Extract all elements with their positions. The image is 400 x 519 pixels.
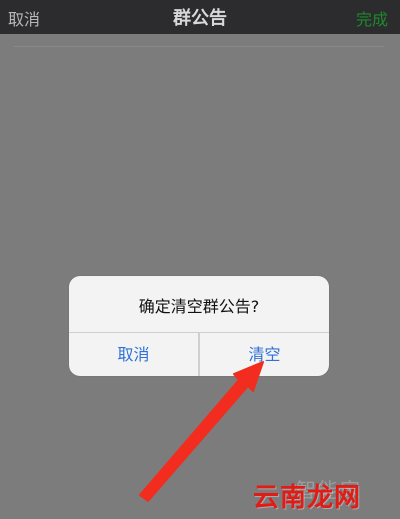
- site-watermark: 云南龙网: [253, 483, 362, 513]
- done-nav-button[interactable]: 完成: [356, 6, 388, 30]
- screen: 取消 群公告 完成 确定清空群公告? 取消 清空 智能家 云南龙网: [0, 0, 400, 519]
- dialog-message: 确定清空群公告?: [138, 297, 260, 316]
- navigation-bar: 取消 群公告 完成: [0, 0, 400, 34]
- confirm-dialog: 确定清空群公告? 取消 清空: [69, 276, 329, 376]
- dialog-cancel-button[interactable]: 取消: [69, 333, 198, 376]
- page-title: 群公告: [173, 8, 227, 29]
- dialog-clear-button[interactable]: 清空: [200, 333, 329, 376]
- content-divider: [14, 46, 384, 47]
